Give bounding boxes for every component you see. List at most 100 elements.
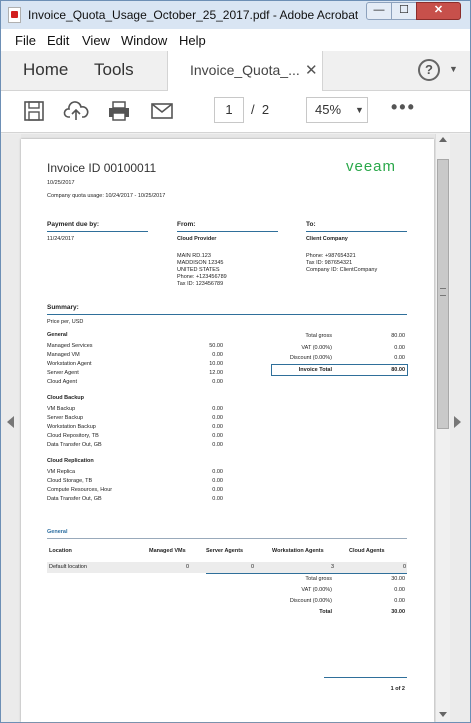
tab-tools[interactable]: Tools bbox=[94, 60, 134, 80]
total2-label: Discount (0.00%) bbox=[289, 598, 332, 604]
payment-due-label: Payment due by: bbox=[47, 221, 100, 228]
item-value: 0.00 bbox=[212, 406, 223, 412]
to-rule bbox=[306, 231, 407, 232]
menu-window[interactable]: Window bbox=[121, 33, 167, 48]
expand-right-pane-icon[interactable] bbox=[454, 416, 461, 428]
chevron-down-icon: ▼ bbox=[355, 105, 364, 115]
right-pane-strip bbox=[450, 134, 470, 722]
tab-document[interactable]: Invoice_Quota_... ✕ bbox=[167, 51, 323, 91]
email-icon[interactable] bbox=[149, 99, 175, 123]
total2-value: 0.00 bbox=[394, 598, 405, 604]
from-name: Cloud Provider bbox=[177, 236, 217, 242]
total2-label: VAT (0.00%) bbox=[301, 587, 332, 593]
page-separator: / bbox=[251, 102, 255, 117]
item-label: Server Agent bbox=[47, 370, 79, 376]
to-line: Company ID: ClientCompany bbox=[306, 267, 378, 273]
row-cloud-agents: 0 bbox=[402, 564, 406, 570]
menu-edit[interactable]: Edit bbox=[47, 33, 69, 48]
item-value: 0.00 bbox=[212, 469, 223, 475]
document-tab-label: Invoice_Quota_... bbox=[190, 62, 300, 78]
item-label: VM Replica bbox=[47, 469, 76, 475]
item-label: Cloud Repository, TB bbox=[47, 433, 99, 439]
row-workstation-agents: 3 bbox=[330, 564, 334, 570]
acrobat-window: Invoice_Quota_Usage_October_25_2017.pdf … bbox=[0, 0, 471, 723]
row-server-agents: 0 bbox=[250, 564, 254, 570]
row-location: Default location bbox=[49, 564, 87, 570]
scroll-down-icon[interactable] bbox=[439, 712, 447, 717]
from-line: Tax ID: 123456789 bbox=[177, 281, 224, 287]
menu-view[interactable]: View bbox=[82, 33, 110, 48]
total-value: 0.00 bbox=[394, 345, 405, 351]
col-location: Location bbox=[49, 548, 72, 554]
item-label: Data Transfer Out, GB bbox=[47, 442, 102, 448]
from-line: UNITED STATES bbox=[177, 267, 220, 273]
tab-home[interactable]: Home bbox=[23, 60, 68, 80]
veeam-logo: veeam bbox=[346, 158, 397, 175]
window-title: Invoice_Quota_Usage_October_25_2017.pdf … bbox=[28, 8, 358, 22]
from-line: MADDISON 12345 bbox=[177, 260, 224, 266]
save-icon[interactable] bbox=[21, 99, 47, 123]
document-viewer: Invoice ID 00100011 veeam 10/25/2017 Com… bbox=[1, 134, 470, 722]
print-icon[interactable] bbox=[106, 99, 132, 123]
menu-file[interactable]: File bbox=[15, 33, 36, 48]
toolbar: 1 / 2 45% ▼ ••• bbox=[1, 91, 470, 133]
total2-label: Total bbox=[319, 609, 332, 615]
help-icon[interactable]: ? bbox=[418, 59, 440, 81]
item-value: 10.00 bbox=[209, 361, 223, 367]
maximize-button[interactable]: ☐ bbox=[391, 2, 417, 20]
item-value: 0.00 bbox=[212, 352, 223, 358]
minimize-button[interactable]: — bbox=[366, 2, 392, 20]
zoom-value: 45% bbox=[315, 102, 342, 117]
to-line: Phone: +987654321 bbox=[306, 253, 356, 259]
page-number-input[interactable]: 1 bbox=[214, 97, 244, 123]
close-tab-icon[interactable]: ✕ bbox=[305, 61, 318, 79]
total2-value: 0.00 bbox=[394, 587, 405, 593]
menu-bar: File Edit View Window Help bbox=[1, 29, 470, 51]
item-value: 0.00 bbox=[212, 442, 223, 448]
expand-left-pane-icon[interactable] bbox=[7, 416, 14, 428]
group-general: General bbox=[47, 332, 68, 338]
item-value: 0.00 bbox=[212, 487, 223, 493]
total2-label: Total gross bbox=[305, 576, 332, 582]
quota-period: Company quota usage: 10/24/2017 - 10/25/… bbox=[47, 193, 166, 199]
summary-heading: Summary: bbox=[47, 304, 79, 311]
item-label: Compute Resources, Hour bbox=[47, 487, 113, 493]
item-value: 0.00 bbox=[212, 496, 223, 502]
scroll-up-icon[interactable] bbox=[439, 137, 447, 142]
chevron-down-icon[interactable]: ▼ bbox=[449, 64, 458, 74]
col-managed-vms: Managed VMs bbox=[149, 548, 186, 554]
vertical-scrollbar[interactable] bbox=[435, 134, 450, 722]
item-label: Data Transfer Out, GB bbox=[47, 496, 102, 502]
group-cloud-backup: Cloud Backup bbox=[47, 395, 84, 401]
item-value: 0.00 bbox=[212, 379, 223, 385]
scroll-thumb[interactable] bbox=[437, 159, 449, 429]
col-server-agents: Server Agents bbox=[206, 548, 244, 554]
total-label: Total gross bbox=[305, 333, 332, 339]
to-label: To: bbox=[306, 221, 316, 228]
total-label: VAT (0.00%) bbox=[301, 345, 332, 351]
price-unit: Price per, USD bbox=[47, 319, 84, 325]
total-value: 80.00 bbox=[391, 333, 405, 339]
table-row-rule bbox=[206, 573, 407, 574]
item-label: Managed VM bbox=[47, 352, 80, 358]
item-label: Managed Services bbox=[47, 343, 93, 349]
item-value: 0.00 bbox=[212, 415, 223, 421]
item-value: 0.00 bbox=[212, 424, 223, 430]
to-name: Client Company bbox=[306, 236, 348, 242]
close-window-button[interactable]: ✕ bbox=[416, 2, 461, 20]
menu-help[interactable]: Help bbox=[179, 33, 206, 48]
summary-rule bbox=[47, 314, 407, 315]
upload-cloud-icon[interactable] bbox=[63, 99, 89, 123]
col-workstation-agents: Workstation Agents bbox=[272, 548, 324, 554]
item-value: 0.00 bbox=[212, 478, 223, 484]
col-cloud-agents: Cloud Agents bbox=[349, 548, 385, 554]
grip-icon bbox=[440, 288, 446, 296]
item-label: Workstation Agent bbox=[47, 361, 92, 367]
footer-rule bbox=[324, 677, 407, 678]
total2-value: 30.00 bbox=[391, 576, 405, 582]
zoom-select[interactable]: 45% ▼ bbox=[306, 97, 368, 123]
from-line: MAIN RD.123 bbox=[177, 253, 211, 259]
group-cloud-replication: Cloud Replication bbox=[47, 458, 94, 464]
item-label: Cloud Agent bbox=[47, 379, 77, 385]
more-options-icon[interactable]: ••• bbox=[391, 97, 416, 118]
